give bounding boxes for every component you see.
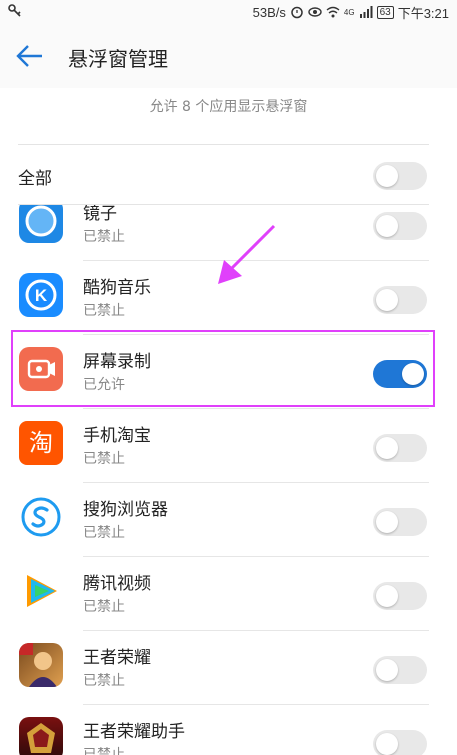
toggle-knob: [376, 659, 398, 681]
list-item[interactable]: 腾讯视频 已禁止: [0, 557, 457, 631]
taobao-icon: 淘: [19, 421, 63, 465]
eye-icon: [308, 7, 322, 17]
app-toggle[interactable]: [373, 508, 427, 536]
divider: [18, 204, 429, 205]
app-name: 酷狗音乐: [83, 278, 151, 298]
toggle-knob: [376, 165, 398, 187]
app-toggle[interactable]: [373, 656, 427, 684]
list-item[interactable]: 淘 手机淘宝 已禁止: [0, 409, 457, 483]
toggle-knob: [376, 289, 398, 311]
app-status: 已禁止: [83, 673, 125, 689]
toggle-knob: [376, 437, 398, 459]
key-icon: [8, 4, 21, 17]
app-status: 已禁止: [83, 303, 125, 319]
all-apps-row[interactable]: 全部: [0, 148, 457, 204]
clock: 下午3:21: [397, 5, 449, 21]
app-toggle[interactable]: [373, 730, 427, 755]
allowed-summary: 允许 8 个应用显示悬浮窗: [149, 99, 308, 115]
back-arrow-icon[interactable]: [14, 42, 46, 70]
toggle-knob: [376, 511, 398, 533]
app-name: 镜子: [83, 205, 117, 224]
app-name: 腾讯视频: [83, 574, 151, 594]
kugou-music-icon: K: [19, 273, 63, 317]
app-toggle[interactable]: [373, 212, 427, 240]
list-item[interactable]: 搜狗浏览器 已禁止: [0, 483, 457, 557]
app-name: 王者荣耀助手: [83, 722, 185, 742]
taobao-glyph: 淘: [29, 429, 53, 457]
wifi-icon: [326, 6, 340, 18]
honor-of-kings-assistant-icon: [19, 717, 63, 755]
app-name: 搜狗浏览器: [83, 500, 168, 520]
network-speed: 53B/s: [252, 4, 286, 20]
page-title: 悬浮窗管理: [68, 47, 168, 71]
divider: [18, 144, 429, 145]
status-bar: 53B/s 4G 63 下午3:21: [0, 0, 457, 24]
annotation-highlight-box: [11, 330, 435, 407]
network-type: 4G: [343, 7, 355, 17]
tencent-video-icon: [19, 569, 63, 613]
signal-icon: [359, 6, 373, 18]
svg-text:K: K: [35, 286, 48, 305]
all-apps-toggle[interactable]: [373, 162, 427, 190]
mirror-app-icon: [19, 205, 63, 243]
app-toggle[interactable]: [373, 434, 427, 462]
app-status: 已禁止: [83, 747, 125, 755]
list-item[interactable]: 王者荣耀助手 已禁止: [0, 705, 457, 755]
app-bar: 悬浮窗管理: [0, 24, 457, 88]
app-name: 手机淘宝: [83, 426, 151, 446]
toggle-knob: [376, 733, 398, 755]
app-toggle[interactable]: [373, 286, 427, 314]
battery-level: 63: [376, 5, 394, 19]
app-status: 已禁止: [83, 599, 125, 615]
honor-of-kings-icon: [19, 643, 63, 687]
toggle-knob: [376, 585, 398, 607]
annotation-arrow-icon: [218, 224, 276, 284]
toggle-knob: [376, 215, 398, 237]
app-name: 王者荣耀: [83, 648, 151, 668]
app-toggle[interactable]: [373, 582, 427, 610]
alarm-icon: [291, 6, 303, 19]
sogou-browser-icon: [19, 495, 63, 539]
all-apps-label: 全部: [18, 169, 52, 189]
app-status: 已禁止: [83, 229, 125, 245]
app-status: 已禁止: [83, 451, 125, 467]
list-item[interactable]: 王者荣耀 已禁止: [0, 631, 457, 705]
app-status: 已禁止: [83, 525, 125, 541]
